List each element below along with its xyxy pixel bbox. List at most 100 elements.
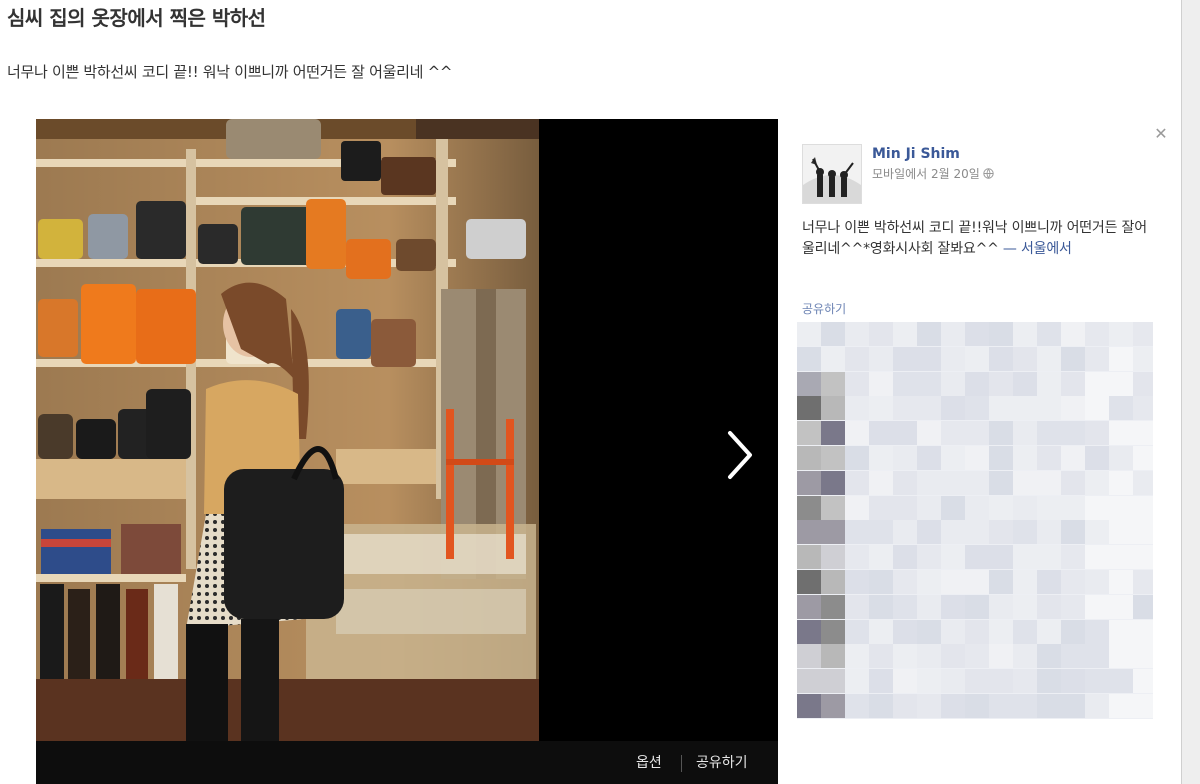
blur-pixel xyxy=(1061,346,1085,371)
blur-pixel xyxy=(893,669,917,694)
blur-pixel xyxy=(893,694,917,718)
blur-pixel xyxy=(869,470,893,495)
blur-pixel xyxy=(941,644,965,669)
blur-pixel xyxy=(797,694,821,718)
blur-pixel xyxy=(965,570,989,594)
globe-icon xyxy=(983,168,994,179)
blur-pixel xyxy=(1013,346,1037,371)
share-link[interactable]: 공유하기 xyxy=(802,300,846,317)
blur-pixel xyxy=(1133,322,1153,346)
blur-pixel xyxy=(869,570,893,594)
blur-pixel xyxy=(1013,495,1037,520)
blur-pixel xyxy=(917,421,941,446)
blur-pixel xyxy=(797,346,821,371)
blur-pixel xyxy=(845,669,869,694)
blur-pixel xyxy=(1013,396,1037,421)
blur-pixel xyxy=(1037,694,1061,718)
blur-pixel xyxy=(917,371,941,396)
blur-pixel xyxy=(1013,371,1037,396)
blur-pixel xyxy=(1013,669,1037,694)
blur-pixel xyxy=(1037,346,1061,371)
blur-pixel xyxy=(1037,322,1061,346)
blur-pixel xyxy=(1109,594,1133,619)
blur-pixel xyxy=(1037,520,1061,545)
blur-pixel xyxy=(1133,470,1153,495)
blur-pixel xyxy=(965,619,989,644)
blur-pixel xyxy=(989,545,1013,570)
blur-pixel xyxy=(845,346,869,371)
blur-pixel xyxy=(1133,619,1153,644)
blur-pixel xyxy=(1085,694,1109,718)
blur-pixel xyxy=(821,570,845,594)
blur-pixel xyxy=(965,446,989,470)
blur-pixel xyxy=(1085,644,1109,669)
blur-pixel xyxy=(869,495,893,520)
blur-pixel xyxy=(869,644,893,669)
blur-pixel xyxy=(1109,495,1133,520)
blur-pixel xyxy=(989,396,1013,421)
blur-pixel xyxy=(1061,694,1085,718)
blur-pixel xyxy=(1085,396,1109,421)
blur-pixel xyxy=(821,520,845,545)
blur-pixel xyxy=(1061,470,1085,495)
blur-pixel xyxy=(869,545,893,570)
blur-pixel xyxy=(1085,570,1109,594)
blur-pixel xyxy=(1037,495,1061,520)
blur-pixel xyxy=(869,669,893,694)
blurred-comment-row xyxy=(797,446,1153,470)
blur-pixel xyxy=(1133,446,1153,470)
blur-pixel xyxy=(1109,644,1133,669)
post-author[interactable]: Min Ji Shim xyxy=(872,146,960,162)
blur-pixel xyxy=(917,594,941,619)
blur-pixel xyxy=(1085,446,1109,470)
next-photo-button[interactable] xyxy=(712,419,768,491)
blur-pixel xyxy=(845,619,869,644)
blur-pixel xyxy=(965,421,989,446)
blur-pixel xyxy=(1037,545,1061,570)
blur-pixel xyxy=(989,495,1013,520)
blur-pixel xyxy=(941,694,965,718)
blur-pixel xyxy=(1037,570,1061,594)
blur-pixel xyxy=(845,470,869,495)
blur-pixel xyxy=(917,346,941,371)
blur-pixel xyxy=(869,421,893,446)
blur-pixel xyxy=(965,495,989,520)
blur-pixel xyxy=(1109,371,1133,396)
blur-pixel xyxy=(797,669,821,694)
blur-pixel xyxy=(1013,644,1037,669)
blur-pixel xyxy=(1037,396,1061,421)
blurred-comment-row xyxy=(797,470,1153,495)
blur-pixel xyxy=(1133,694,1153,718)
blur-pixel xyxy=(845,520,869,545)
blur-pixel xyxy=(917,495,941,520)
blur-pixel xyxy=(941,594,965,619)
blur-pixel xyxy=(845,545,869,570)
blur-pixel xyxy=(845,421,869,446)
blur-pixel xyxy=(821,396,845,421)
blur-pixel xyxy=(797,322,821,346)
blur-pixel xyxy=(917,570,941,594)
blur-pixel xyxy=(1085,371,1109,396)
blur-pixel xyxy=(1133,346,1153,371)
avatar[interactable] xyxy=(802,144,862,204)
blur-pixel xyxy=(989,346,1013,371)
close-button[interactable]: ✕ xyxy=(1153,124,1169,143)
blur-pixel xyxy=(893,545,917,570)
blur-pixel xyxy=(917,545,941,570)
blur-pixel xyxy=(1037,371,1061,396)
photo[interactable] xyxy=(36,119,539,741)
blurred-comment-row xyxy=(797,694,1153,718)
share-photo-link[interactable]: 공유하기 xyxy=(696,752,748,772)
blur-pixel xyxy=(893,396,917,421)
blur-pixel xyxy=(821,322,845,346)
blur-pixel xyxy=(1085,470,1109,495)
blur-pixel xyxy=(965,594,989,619)
blur-pixel xyxy=(869,346,893,371)
blur-pixel xyxy=(1085,669,1109,694)
options-link[interactable]: 옵션 xyxy=(636,752,662,772)
place-link[interactable]: — 서울에서 xyxy=(1003,241,1072,257)
blur-pixel xyxy=(989,619,1013,644)
blur-pixel xyxy=(1085,322,1109,346)
blur-pixel xyxy=(965,322,989,346)
blur-pixel xyxy=(1109,396,1133,421)
